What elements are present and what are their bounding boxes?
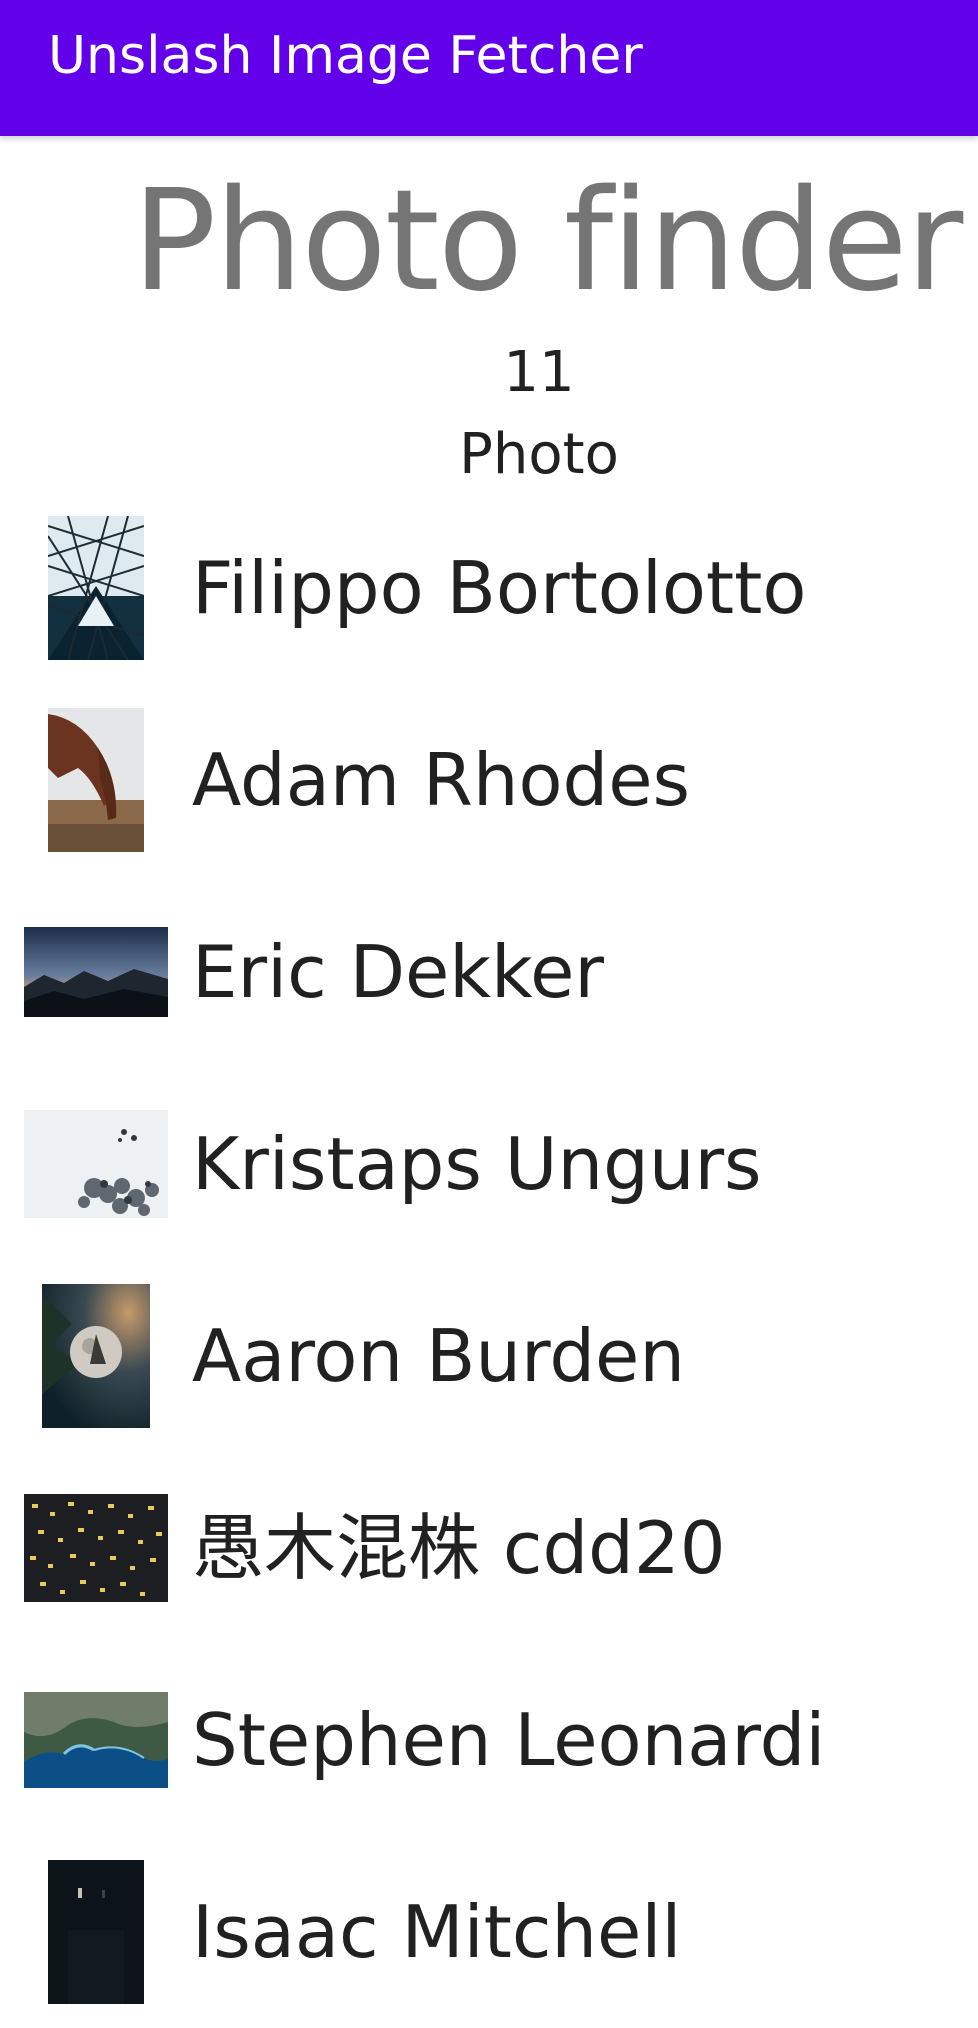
list-item[interactable]: 愚木混株 cdd20 (0, 1452, 978, 1644)
coastline-thumbnail (24, 1692, 168, 1788)
horse-thumbnail (48, 708, 144, 852)
list-item[interactable]: Aaron Burden (0, 1260, 978, 1452)
photo-author: Aaron Burden (192, 1314, 685, 1398)
music-notes-thumbnail (24, 1494, 168, 1602)
photo-author: 愚木混株 cdd20 (192, 1506, 726, 1590)
list-item[interactable]: Adam Rhodes (0, 684, 978, 876)
list-item[interactable]: Eric Dekker (0, 876, 978, 1068)
photo-author: Filippo Bortolotto (192, 546, 807, 630)
mountain-sunset-thumbnail (24, 927, 168, 1017)
list-item[interactable]: Filippo Bortolotto (0, 492, 978, 684)
photo-author: Isaac Mitchell (192, 1890, 682, 1974)
dark-thumbnail (48, 1860, 144, 2004)
thumbnail-container (24, 1644, 168, 1836)
thumbnail-container (24, 876, 168, 1068)
thumbnail-container (24, 1068, 168, 1260)
thumbnail-container (24, 1452, 168, 1644)
photo-author: Adam Rhodes (192, 738, 691, 822)
list-item[interactable]: Kristaps Ungurs (0, 1068, 978, 1260)
photo-author: Eric Dekker (192, 930, 605, 1014)
thumbnail-container (24, 492, 168, 684)
moon-thumbnail (42, 1284, 150, 1428)
thumbnail-container (24, 1836, 168, 2028)
photo-list: Filippo Bortolotto Adam Rhodes Eric Dekk… (0, 0, 978, 2004)
photo-author: Kristaps Ungurs (192, 1122, 762, 1206)
list-item[interactable]: Stephen Leonardi (0, 1644, 978, 1836)
photo-author: Stephen Leonardi (192, 1698, 826, 1782)
snowy-forest-thumbnail (24, 1110, 168, 1218)
thumbnail-container (24, 1260, 168, 1452)
thumbnail-container (24, 684, 168, 876)
list-item[interactable]: Isaac Mitchell (0, 1836, 978, 2028)
glass-dome-thumbnail (48, 516, 144, 660)
